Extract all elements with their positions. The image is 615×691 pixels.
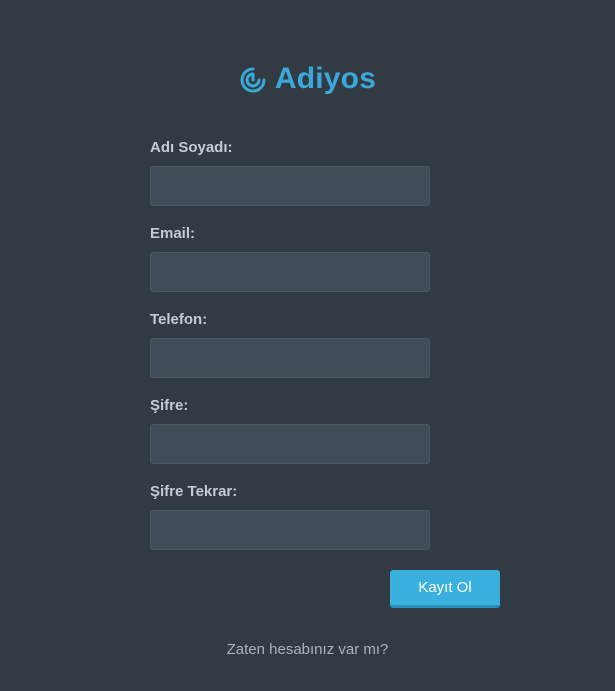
email-label: Email: — [150, 225, 196, 242]
brand-name: Adiyos — [274, 62, 377, 95]
login-link[interactable]: Zaten hesabınız var mı? — [0, 641, 615, 658]
full-name-label: Adı Soyadı: — [150, 139, 233, 156]
register-page: Adiyos Adı Soyadı: Email: Telefon: Şifre… — [0, 0, 615, 691]
password-input[interactable] — [150, 424, 430, 464]
password-repeat-label: Şifre Tekrar: — [150, 483, 238, 500]
password-repeat-input[interactable] — [150, 510, 430, 550]
register-form: Adı Soyadı: Email: Telefon: Şifre: Şifre… — [150, 138, 430, 568]
full-name-input[interactable] — [150, 166, 430, 206]
field-full-name: Adı Soyadı: — [150, 138, 430, 224]
field-email: Email: — [150, 224, 430, 310]
phone-input[interactable] — [150, 338, 430, 378]
brand-header: Adiyos — [0, 62, 615, 96]
password-label: Şifre: — [150, 397, 189, 414]
field-password: Şifre: — [150, 396, 430, 482]
field-phone: Telefon: — [150, 310, 430, 396]
field-password-repeat: Şifre Tekrar: — [150, 482, 430, 568]
email-input[interactable] — [150, 252, 430, 292]
register-button[interactable]: Kayıt Ol — [390, 570, 500, 608]
phone-label: Telefon: — [150, 311, 208, 328]
spiral-logo-icon — [239, 66, 267, 94]
